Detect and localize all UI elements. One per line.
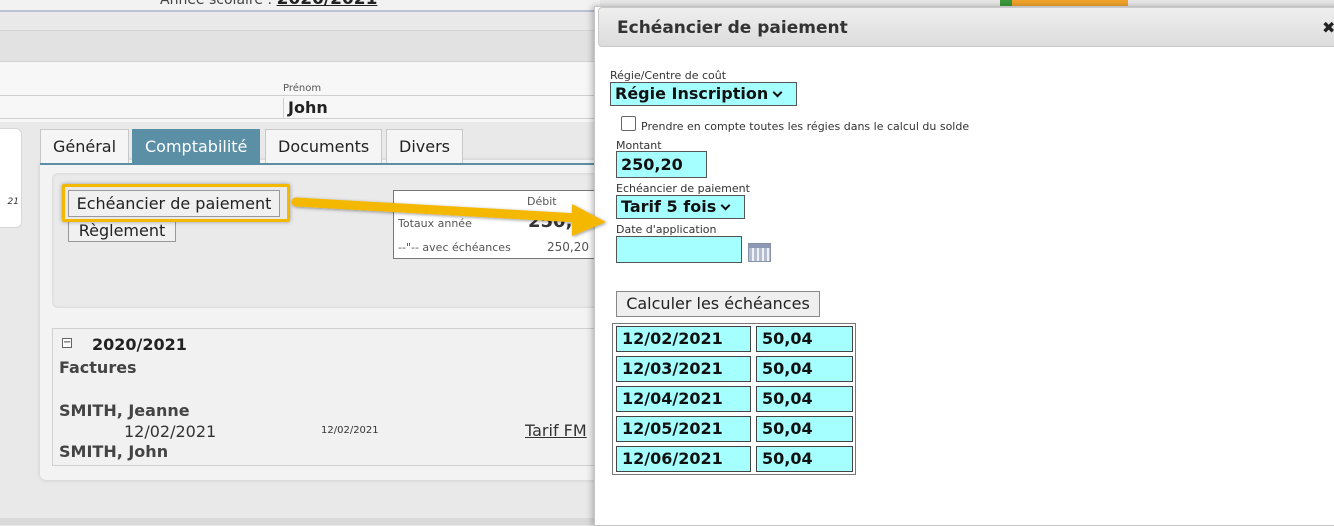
debit-header: Débit	[527, 195, 557, 208]
school-year-header: Année scolaire : 2020/2021	[160, 0, 377, 9]
schedule-amount-cell[interactable]: 50,04	[756, 446, 853, 472]
date-application-input[interactable]	[616, 236, 742, 263]
schedule-amount-cell[interactable]: 50,04	[756, 356, 853, 382]
tab-general[interactable]: Général	[40, 129, 130, 164]
schedule-amount-cell[interactable]: 50,04	[756, 326, 853, 352]
prenom-label: Prénom	[283, 83, 322, 94]
close-icon[interactable]: ✖	[1322, 18, 1334, 37]
dialog-title: Echéancier de paiement	[617, 18, 848, 38]
avec-echeances-value: 250,20	[547, 240, 589, 254]
bottom-strip	[0, 518, 600, 525]
schedule-date-cell[interactable]: 12/02/2021	[616, 326, 751, 352]
all-regies-checkbox-label: Prendre en compte toutes les régies dans…	[641, 120, 970, 133]
all-regies-checkbox[interactable]	[621, 116, 636, 131]
factures-label: Factures	[59, 358, 137, 377]
tab-documents[interactable]: Documents	[265, 129, 383, 164]
totaux-annee-label: Totaux année	[398, 217, 472, 230]
echeancier-select[interactable]: Tarif 5 fois	[616, 195, 745, 219]
schedule-date-cell[interactable]: 12/05/2021	[616, 416, 751, 442]
divider	[0, 95, 600, 96]
echeancier-label: Echéancier de paiement	[616, 182, 750, 195]
tarif-link[interactable]: Tarif FM	[525, 421, 587, 440]
regie-label: Régie/Centre de coût	[610, 69, 727, 82]
chevron-down-icon	[772, 87, 783, 98]
schedule-amount-cell[interactable]: 50,04	[756, 416, 853, 442]
calendar-icon[interactable]	[748, 243, 771, 262]
calculer-echeances-button[interactable]: Calculer les échéances	[616, 291, 820, 317]
schedule-date-cell[interactable]: 12/06/2021	[616, 446, 751, 472]
school-year-value[interactable]: 2020/2021	[277, 0, 378, 9]
schedule-amount-cell[interactable]: 50,04	[756, 386, 853, 412]
annotation-highlight-box	[62, 184, 290, 222]
reglement-button[interactable]: Règlement	[68, 220, 176, 242]
chevron-down-icon	[720, 200, 731, 211]
regie-select-value: Régie Inscription	[615, 84, 769, 103]
left-side-card: 21	[0, 128, 22, 228]
left-card-text: 21	[7, 197, 19, 207]
date-application-label: Date d'application	[616, 223, 717, 236]
toolbar-strip	[0, 30, 600, 62]
invoice-year: 2020/2021	[92, 335, 187, 354]
top-bar: Année scolaire : 2020/2021	[0, 0, 600, 12]
school-year-label: Année scolaire :	[160, 0, 273, 8]
tab-underline	[40, 163, 600, 165]
totals-box: Débit Totaux année 250,2 --"-- avec éché…	[393, 190, 603, 259]
tab-divers[interactable]: Divers	[386, 129, 463, 164]
avec-echeances-label: --"-- avec échéances	[398, 241, 511, 254]
divider	[0, 118, 600, 119]
totaux-annee-value: 250,2	[528, 211, 585, 232]
collapse-minus-icon[interactable]: −	[62, 338, 72, 348]
regie-select[interactable]: Régie Inscription	[610, 82, 797, 106]
schedule-date-cell[interactable]: 12/03/2021	[616, 356, 751, 382]
tab-comptabilite[interactable]: Comptabilité	[132, 129, 261, 164]
prenom-value: John	[283, 98, 603, 118]
schedule-date-cell[interactable]: 12/04/2021	[616, 386, 751, 412]
invoice-date: 12/02/2021	[124, 422, 217, 441]
montant-input[interactable]: 250,20	[616, 151, 707, 178]
person-name: SMITH, John	[59, 442, 169, 461]
person-name: SMITH, Jeanne	[59, 401, 190, 420]
echeancier-select-value: Tarif 5 fois	[621, 197, 717, 216]
invoice-date-small: 12/02/2021	[321, 425, 379, 436]
